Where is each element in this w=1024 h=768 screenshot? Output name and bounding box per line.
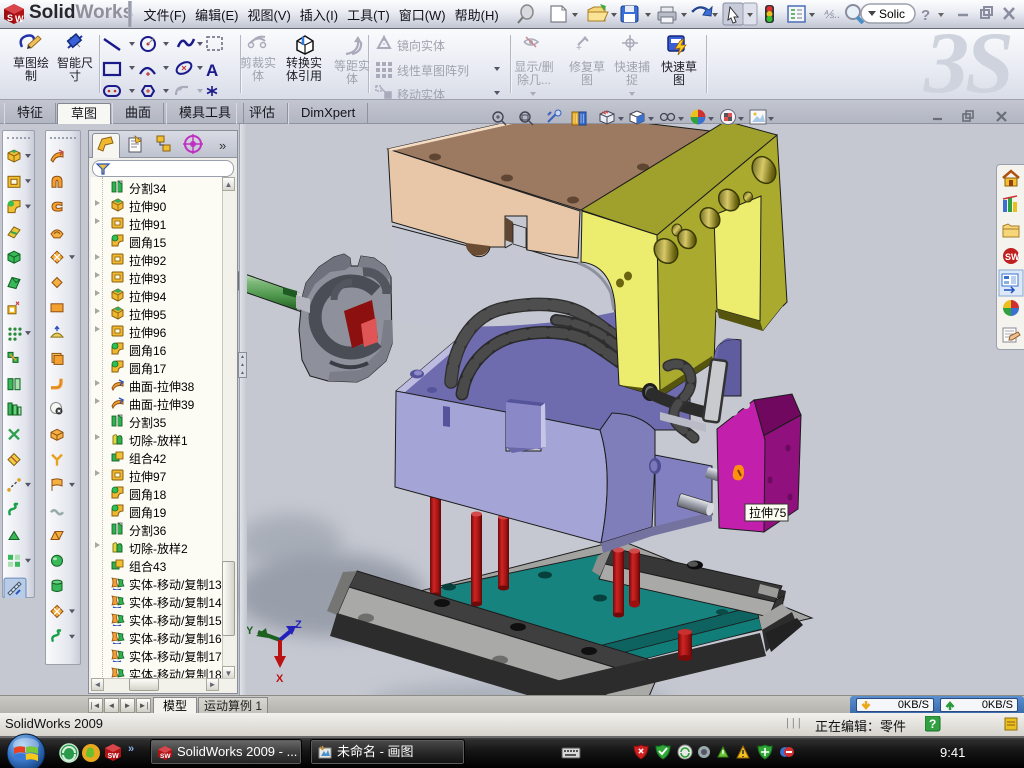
svg-text:Z: Z: [295, 619, 302, 631]
svg-text:A: A: [206, 61, 218, 80]
svg-text:+: +: [576, 43, 582, 54]
svg-text:»: »: [219, 138, 226, 153]
svg-text:X: X: [276, 673, 284, 685]
svg-text:拉伸75: 拉伸75: [749, 505, 787, 520]
svg-text:?: ?: [929, 717, 936, 731]
svg-text:9:41: 9:41: [940, 745, 965, 760]
svg-text:SW: SW: [1005, 252, 1020, 262]
svg-text:SW: SW: [160, 753, 171, 760]
svg-text:⅍..: ⅍..: [823, 9, 840, 21]
svg-text:»: »: [128, 743, 134, 755]
svg-text:SW: SW: [108, 753, 120, 760]
svg-text:Y: Y: [246, 625, 254, 637]
svg-text:Solic: Solic: [879, 7, 905, 21]
